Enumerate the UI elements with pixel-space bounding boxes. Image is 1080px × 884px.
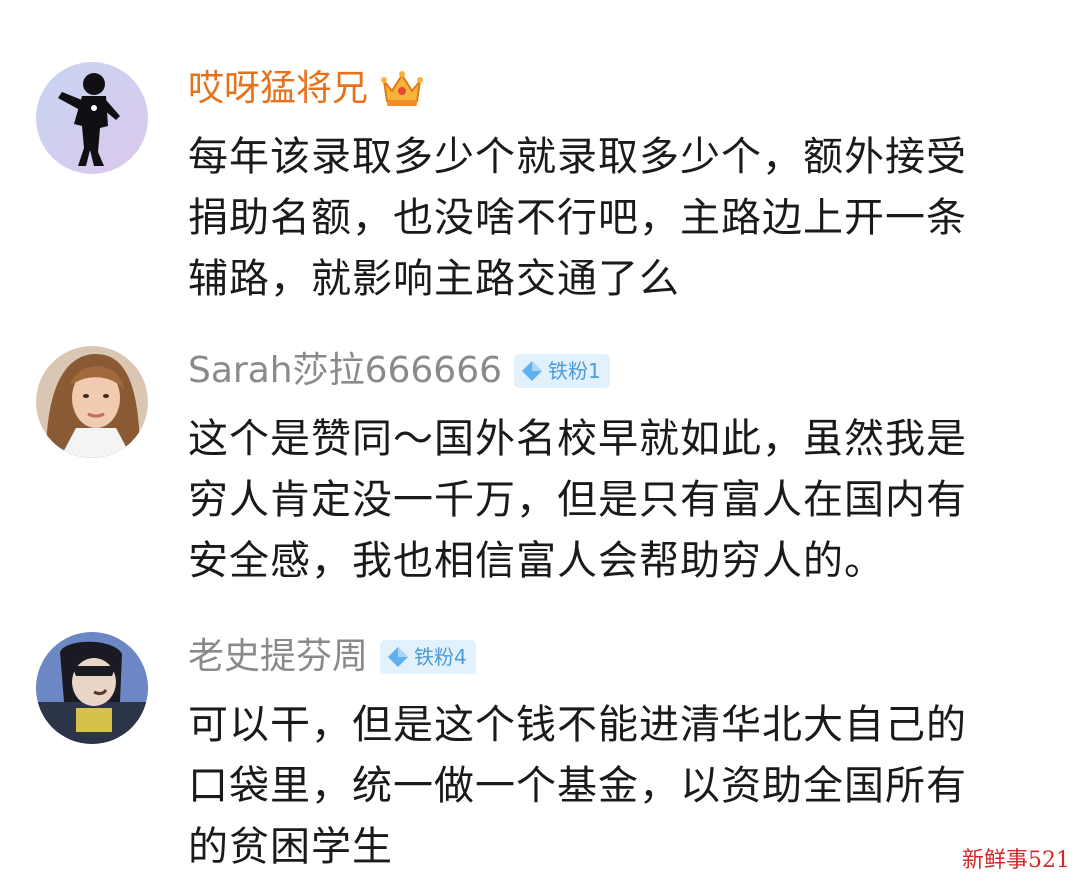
woman-portrait-avatar-icon	[36, 346, 148, 458]
name-row: 老史提芬周 铁粉4	[188, 634, 476, 680]
badge-label: 铁粉1	[548, 359, 601, 383]
username[interactable]: 哎呀猛将兄	[188, 66, 368, 112]
fan-badge: 铁粉1	[514, 354, 610, 388]
user-avatar[interactable]	[36, 62, 148, 174]
silhouette-runner-avatar-icon	[36, 62, 148, 174]
comment-text: 这个是赞同～国外名校早就如此，虽然我是 穷人肯定没一千万，但是只有富人在国内有 …	[188, 409, 1058, 592]
diamond-icon	[388, 647, 409, 667]
comment-line: 口袋里，统一做一个基金，以资助全国所有	[188, 763, 967, 809]
comment-text: 可以干，但是这个钱不能进清华北大自己的 口袋里，统一做一个基金，以资助全国所有 …	[188, 695, 1058, 878]
comment-line: 的贫困学生	[188, 824, 393, 870]
user-avatar[interactable]	[36, 632, 148, 744]
diamond-icon	[522, 361, 543, 381]
comment-line: 辅路，就影响主路交通了么	[188, 256, 680, 302]
badge-label: 铁粉4	[414, 645, 467, 669]
name-row: Sarah莎拉666666 铁粉1	[188, 348, 610, 394]
cartoon-character-avatar-icon	[36, 632, 148, 744]
username[interactable]: Sarah莎拉666666	[188, 348, 502, 394]
comment-text: 每年该录取多少个就录取多少个，额外接受 捐助名额，也没啥不行吧，主路边上开一条 …	[188, 127, 1058, 310]
vip-crown-icon	[381, 71, 424, 106]
comment-line: 这个是赞同～国外名校早就如此，虽然我是	[188, 416, 967, 462]
comment-line: 每年该录取多少个就录取多少个，额外接受	[188, 134, 967, 180]
comment-line: 可以干，但是这个钱不能进清华北大自己的	[188, 702, 967, 748]
comment-line: 安全感，我也相信富人会帮助穷人的。	[188, 538, 885, 584]
fan-badge: 铁粉4	[380, 640, 476, 674]
watermark: 新鲜事521	[962, 848, 1070, 873]
user-avatar[interactable]	[36, 346, 148, 458]
comment-line: 穷人肯定没一千万，但是只有富人在国内有	[188, 477, 967, 523]
name-row: 哎呀猛将兄	[188, 66, 424, 112]
username[interactable]: 老史提芬周	[188, 634, 368, 680]
comment-line: 捐助名额，也没啥不行吧，主路边上开一条	[188, 195, 967, 241]
